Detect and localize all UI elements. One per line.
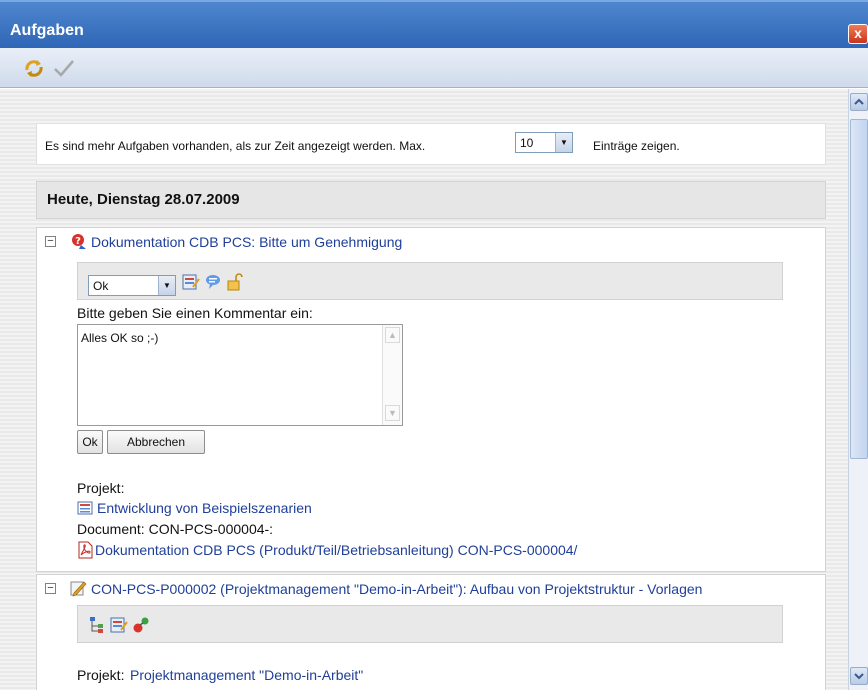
- dropdown-arrow-icon[interactable]: ▼: [555, 133, 572, 152]
- info-text: Es sind mehr Aufgaben vorhanden, als zur…: [45, 139, 426, 153]
- scroll-up-icon[interactable]: ▲: [385, 327, 400, 343]
- refresh-icon[interactable]: [22, 56, 46, 80]
- scroll-down-icon[interactable]: ▼: [385, 405, 400, 421]
- ok-button[interactable]: Ok: [77, 430, 103, 454]
- edit-form-icon[interactable]: [110, 616, 128, 634]
- textarea-scrollbar[interactable]: ▲ ▼: [382, 325, 402, 425]
- task-action-bar: [77, 605, 783, 643]
- unlock-icon[interactable]: [226, 273, 244, 291]
- svg-text:?: ?: [75, 236, 81, 247]
- chevron-up-icon: [854, 98, 864, 105]
- task-list-panel: Es sind mehr Aufgaben vorhanden, als zur…: [0, 89, 848, 690]
- decision-value: Ok: [93, 279, 109, 293]
- document-label: Document: CON-PCS-000004-:: [77, 521, 274, 537]
- decision-select[interactable]: Ok ▼: [88, 275, 176, 296]
- task-title-link[interactable]: CON-PCS-P000002 (Projektmanagement "Demo…: [91, 581, 702, 597]
- cancel-button[interactable]: Abbrechen: [107, 430, 205, 454]
- comment-prompt: Bitte geben Sie einen Kommentar ein:: [77, 305, 313, 321]
- scroll-up-button[interactable]: [850, 93, 868, 111]
- window-titlebar: Aufgaben x: [0, 0, 868, 48]
- project-label: Projekt:: [77, 667, 125, 683]
- collapse-toggle[interactable]: −: [45, 236, 56, 247]
- approval-request-icon: ?: [72, 234, 86, 249]
- close-button[interactable]: x: [848, 24, 868, 44]
- main-scrollbar[interactable]: [848, 89, 868, 690]
- comment-textarea[interactable]: Alles OK so ;-) ▲ ▼: [77, 324, 403, 426]
- pdf-icon: [78, 541, 93, 559]
- check-icon[interactable]: [52, 56, 76, 80]
- comment-text: Alles OK so ;-): [81, 331, 159, 345]
- project-link[interactable]: Projektmanagement "Demo-in-Arbeit": [130, 667, 363, 683]
- pencil-task-icon: [70, 581, 87, 597]
- info-text-suffix: Einträge zeigen.: [593, 139, 680, 153]
- scroll-thumb[interactable]: [850, 119, 868, 459]
- edit-form-icon[interactable]: [182, 273, 200, 291]
- document-link[interactable]: Dokumentation CDB PCS (Produkt/Teil/Betr…: [95, 542, 577, 558]
- project-icon: [77, 501, 93, 515]
- window-title: Aufgaben: [10, 22, 84, 39]
- task-action-bar: Ok ▼: [77, 262, 783, 300]
- chevron-down-icon: [854, 673, 864, 680]
- task-item: − CON-PCS-P000002 (Projektmanagement "De…: [36, 574, 826, 690]
- day-heading: Heute, Dienstag 28.07.2009: [47, 191, 240, 208]
- project-link[interactable]: Entwicklung von Beispielszenarien: [97, 500, 312, 516]
- info-box: Es sind mehr Aufgaben vorhanden, als zur…: [36, 123, 826, 165]
- toolbar: [0, 48, 868, 88]
- max-entries-select[interactable]: 10 ▼: [515, 132, 573, 153]
- project-label: Projekt:: [77, 480, 125, 496]
- day-header: Heute, Dienstag 28.07.2009: [36, 181, 826, 219]
- collapse-toggle[interactable]: −: [45, 583, 56, 594]
- task-item: − ? Dokumentation CDB PCS: Bitte um Gene…: [36, 227, 826, 572]
- comment-icon[interactable]: [204, 273, 222, 291]
- dropdown-arrow-icon[interactable]: ▼: [158, 276, 175, 295]
- max-entries-value: 10: [520, 136, 534, 150]
- workflow-icon[interactable]: [132, 616, 150, 634]
- task-title-link[interactable]: Dokumentation CDB PCS: Bitte um Genehmig…: [91, 234, 402, 250]
- structure-tree-icon[interactable]: [88, 616, 106, 634]
- scroll-down-button[interactable]: [850, 667, 868, 685]
